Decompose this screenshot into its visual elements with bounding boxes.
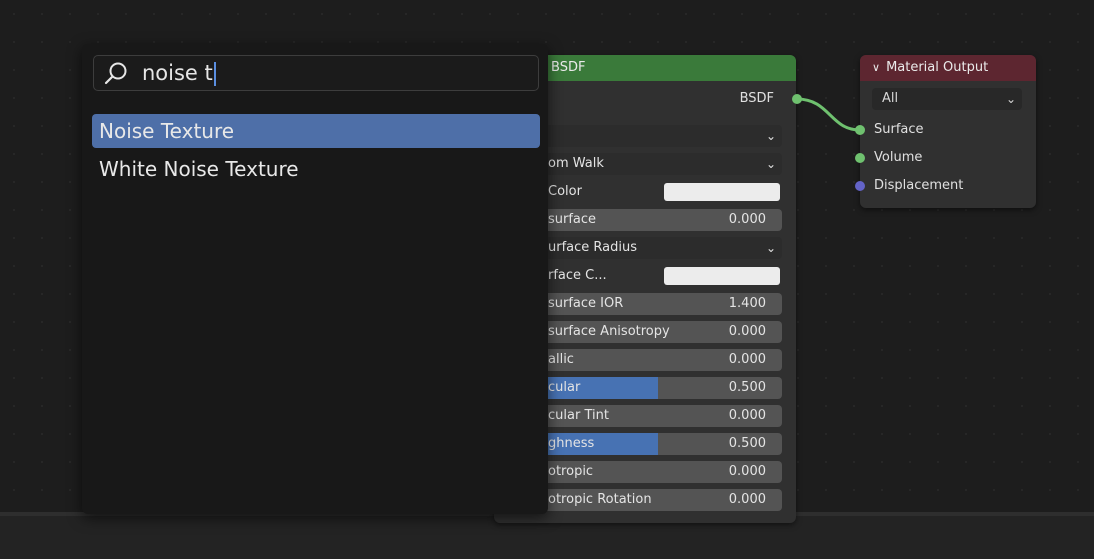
bsdf-output-label: BSDF [739,91,774,106]
bsdf-field-label: surface [548,212,597,227]
add-node-search-popup: noise t Noise Texture White Noise Textur… [82,44,548,514]
search-result-noise-texture[interactable]: Noise Texture [92,114,540,148]
bsdf-field-10[interactable]: cular Tint 0.000 [534,405,782,427]
bsdf-field-label: otropic [548,464,594,479]
chevron-down-icon: ⌄ [1005,92,1016,106]
material-output-header[interactable]: ∨ Material Output [860,55,1036,81]
bsdf-field-value: 0.000 [728,352,766,367]
socket-label-surface: Surface [874,122,924,137]
bsdf-field-value: 0.500 [728,380,766,395]
socket-label-volume: Volume [874,150,923,165]
socket-label-displacement: Displacement [874,178,964,193]
bsdf-field-label: surface IOR [548,296,624,311]
search-icon [104,62,127,85]
material-output-node[interactable]: ∨ Material Output All ⌄ Surface Volume Di… [860,55,1036,208]
bsdf-field-value: 1.400 [728,296,766,311]
bsdf-field-label: ghness [548,436,595,451]
bsdf-field-5[interactable]: rface C... [534,265,782,287]
bsdf-field-value: 0.000 [728,212,766,227]
volume-input-socket[interactable] [855,153,865,163]
bsdf-field-6[interactable]: surface IOR 1.400 [534,293,782,315]
bsdf-field-1[interactable]: om Walk ⌄ [534,153,782,175]
bsdf-field-8[interactable]: allic 0.000 [534,349,782,371]
color-swatch[interactable] [664,183,780,201]
displacement-input-socket[interactable] [855,181,865,191]
bsdf-field-0[interactable]: ⌄ [534,125,782,147]
text-caret [213,62,216,86]
surface-input-socket[interactable] [855,125,865,135]
bsdf-field-label: urface Radius [548,240,637,255]
output-target-value: All [882,91,899,106]
bsdf-field-value: 0.000 [728,324,766,339]
color-swatch[interactable] [664,267,780,285]
chevron-down-icon: ⌄ [765,129,776,143]
bsdf-output-socket[interactable] [792,94,802,104]
bsdf-field-9[interactable]: cular 0.500 [534,377,782,399]
bsdf-field-label: allic [548,352,574,367]
bsdf-field-4[interactable]: urface Radius ⌄ [534,237,782,259]
bsdf-field-label: om Walk [548,156,604,171]
bsdf-field-value: 0.000 [728,408,766,423]
bsdf-field-label: cular [548,380,581,395]
bsdf-field-label: Color [548,184,582,199]
bsdf-field-label: rface C... [548,268,607,283]
bsdf-field-label: cular Tint [548,408,609,423]
bsdf-field-value: 0.000 [728,492,766,507]
bsdf-field-value: 0.000 [728,464,766,479]
bsdf-field-label: otropic Rotation [548,492,652,507]
bsdf-field-13[interactable]: otropic Rotation 0.000 [534,489,782,511]
material-output-title: Material Output [886,60,989,75]
search-result-white-noise-texture[interactable]: White Noise Texture [92,152,540,186]
bsdf-field-11[interactable]: ghness 0.500 [534,433,782,455]
bsdf-field-3[interactable]: surface 0.000 [534,209,782,231]
collapse-chevron-icon[interactable]: ∨ [872,61,880,74]
bsdf-field-7[interactable]: surface Anisotropy 0.000 [534,321,782,343]
bsdf-field-label: surface Anisotropy [548,324,670,339]
chevron-down-icon: ⌄ [765,157,776,171]
bsdf-field-12[interactable]: otropic 0.000 [534,461,782,483]
search-query-text[interactable]: noise t [142,60,216,86]
chevron-down-icon: ⌄ [765,241,776,255]
bsdf-field-value: 0.500 [728,436,766,451]
search-input[interactable]: noise t [93,55,539,91]
output-target-select[interactable]: All ⌄ [872,88,1022,110]
bsdf-field-2[interactable]: Color [534,181,782,203]
